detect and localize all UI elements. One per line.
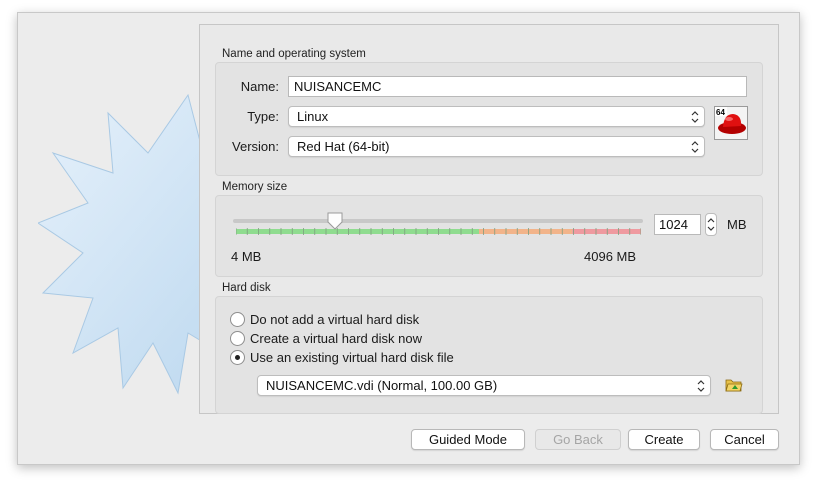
radio-button[interactable] bbox=[230, 349, 245, 365]
radio-button[interactable] bbox=[230, 330, 245, 346]
radio-no-disk[interactable]: Do not add a virtual hard disk bbox=[230, 310, 419, 328]
name-os-group: Name: NUISANCEMC Type: Linux Version: Re… bbox=[215, 62, 763, 176]
create-button[interactable]: Create bbox=[628, 429, 700, 450]
go-back-button[interactable]: Go Back bbox=[535, 429, 621, 450]
disk-file-select[interactable]: NUISANCEMC.vdi (Normal, 100.00 GB) bbox=[257, 375, 711, 396]
os-icon-badge: 64 bbox=[716, 108, 725, 117]
settings-panel: Name and operating system Name: NUISANCE… bbox=[199, 24, 779, 414]
guided-mode-button-face[interactable]: Guided Mode bbox=[411, 429, 525, 450]
memory-max-label: 4096 MB bbox=[584, 249, 637, 264]
name-os-group-title: Name and operating system bbox=[222, 48, 366, 60]
updown-icon bbox=[691, 141, 699, 153]
updown-icon bbox=[697, 380, 705, 392]
memory-scale-ticks bbox=[236, 228, 641, 235]
folder-open-icon[interactable] bbox=[725, 377, 743, 393]
updown-icon bbox=[691, 111, 699, 123]
hard-disk-group-title: Hard disk bbox=[222, 282, 271, 294]
create-vm-dialog: Name and operating system Name: NUISANCE… bbox=[17, 12, 800, 465]
disk-file-select-value: NUISANCEMC.vdi (Normal, 100.00 GB) bbox=[266, 378, 498, 393]
memory-min-label: 4 MB bbox=[231, 249, 262, 264]
type-select-value: Linux bbox=[297, 109, 329, 124]
radio-create-disk[interactable]: Create a virtual hard disk now bbox=[230, 329, 422, 347]
radio-no-disk-label: Do not add a virtual hard disk bbox=[250, 311, 420, 327]
version-label: Version: bbox=[232, 139, 279, 154]
radio-create-disk-label: Create a virtual hard disk now bbox=[250, 330, 422, 346]
radio-existing-disk-label: Use an existing virtual hard disk file bbox=[250, 349, 454, 365]
hard-disk-group: Do not add a virtual hard disk Create a … bbox=[215, 296, 763, 414]
version-select[interactable]: Red Hat (64-bit) bbox=[288, 136, 705, 157]
version-select-value: Red Hat (64-bit) bbox=[297, 139, 390, 154]
radio-existing-disk[interactable]: Use an existing virtual hard disk file bbox=[230, 348, 454, 366]
memory-group-title: Memory size bbox=[222, 181, 288, 193]
type-label: Type: bbox=[247, 109, 279, 124]
memory-unit-label: MB bbox=[727, 217, 747, 232]
memory-slider-track[interactable] bbox=[233, 219, 643, 223]
memory-group: 4 MB 4096 MB 1024 MB bbox=[215, 195, 763, 277]
type-select[interactable]: Linux bbox=[288, 106, 705, 127]
memory-slider-thumb[interactable] bbox=[327, 212, 343, 230]
cancel-button[interactable]: Cancel bbox=[710, 429, 779, 450]
memory-stepper[interactable] bbox=[705, 213, 717, 236]
name-field[interactable]: NUISANCEMC bbox=[288, 76, 747, 97]
radio-button[interactable] bbox=[230, 311, 245, 327]
memory-spinbox[interactable]: 1024 bbox=[654, 214, 701, 235]
redhat-64-icon: 64 bbox=[714, 106, 748, 140]
name-label: Name: bbox=[240, 79, 279, 94]
updown-icon bbox=[707, 218, 715, 231]
